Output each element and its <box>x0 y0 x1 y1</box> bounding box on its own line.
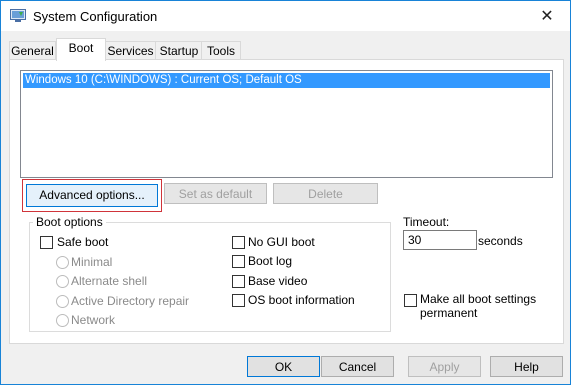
make-permanent-label-line2[interactable]: permanent <box>420 306 477 320</box>
network-label: Network <box>71 313 116 327</box>
os-list-item[interactable]: Windows 10 (C:\WINDOWS) : Current OS; De… <box>23 73 550 88</box>
minimal-label: Minimal <box>71 255 113 269</box>
help-button[interactable]: Help <box>490 356 563 377</box>
safe-boot-checkbox[interactable] <box>40 236 53 249</box>
cancel-button[interactable]: Cancel <box>321 356 394 377</box>
boot-log-checkbox[interactable] <box>232 255 245 268</box>
msconfig-app-icon <box>10 9 26 22</box>
base-video-label[interactable]: Base video <box>248 274 307 288</box>
os-list[interactable]: Windows 10 (C:\WINDOWS) : Current OS; De… <box>20 70 553 178</box>
no-gui-boot-label[interactable]: No GUI boot <box>248 235 315 249</box>
boot-tab-panel: Windows 10 (C:\WINDOWS) : Current OS; De… <box>9 59 564 344</box>
minimal-radio[interactable] <box>56 256 69 269</box>
tab-general[interactable]: General <box>9 41 56 60</box>
timeout-label: Timeout: <box>403 215 450 229</box>
tab-boot[interactable]: Boot <box>56 38 106 61</box>
timeout-unit-label: seconds <box>478 234 523 248</box>
delete-button[interactable]: Delete <box>273 183 378 204</box>
make-permanent-label-line1[interactable]: Make all boot settings <box>420 292 536 306</box>
os-boot-information-checkbox[interactable] <box>232 294 245 307</box>
tab-startup[interactable]: Startup <box>155 41 203 60</box>
close-button[interactable]: ✕ <box>524 1 570 31</box>
apply-button[interactable]: Apply <box>408 356 481 377</box>
tab-services[interactable]: Services <box>104 41 157 60</box>
set-as-default-button[interactable]: Set as default <box>164 183 267 204</box>
tab-tools[interactable]: Tools <box>201 41 241 60</box>
timeout-input[interactable]: 30 <box>403 230 477 250</box>
system-configuration-window: System Configuration ✕ General Boot Serv… <box>0 0 571 385</box>
boot-options-legend: Boot options <box>33 215 106 229</box>
alternate-shell-radio[interactable] <box>56 275 69 288</box>
boot-options-group: Boot options Safe boot Minimal Alternate… <box>29 215 391 332</box>
advanced-options-button[interactable]: Advanced options... <box>26 184 158 207</box>
alternate-shell-label: Alternate shell <box>71 274 148 288</box>
make-permanent-checkbox[interactable] <box>404 294 417 307</box>
window-title: System Configuration <box>33 9 158 24</box>
boot-log-label[interactable]: Boot log <box>248 254 292 268</box>
base-video-checkbox[interactable] <box>232 275 245 288</box>
no-gui-boot-checkbox[interactable] <box>232 236 245 249</box>
active-directory-repair-radio[interactable] <box>56 295 69 308</box>
network-radio[interactable] <box>56 314 69 327</box>
ok-button[interactable]: OK <box>247 356 320 377</box>
os-boot-information-label[interactable]: OS boot information <box>248 293 355 307</box>
title-bar[interactable]: System Configuration ✕ <box>1 1 570 31</box>
close-icon: ✕ <box>540 8 554 25</box>
active-directory-repair-label: Active Directory repair <box>71 294 190 308</box>
safe-boot-label[interactable]: Safe boot <box>57 235 108 249</box>
advanced-options-highlight: Advanced options... <box>22 179 162 212</box>
